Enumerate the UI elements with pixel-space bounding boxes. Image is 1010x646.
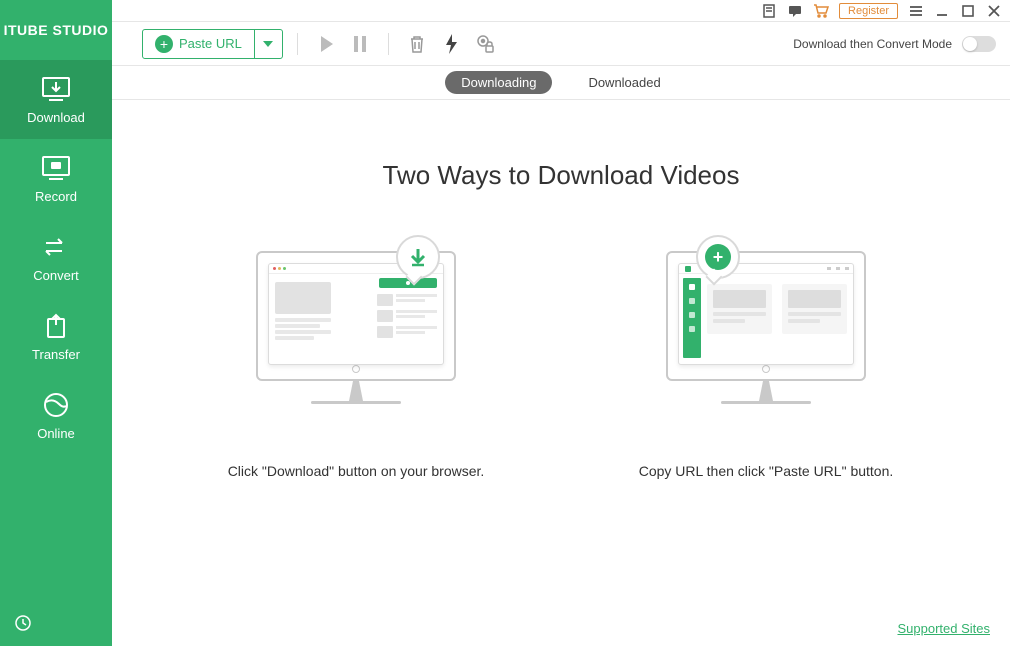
trash-icon[interactable] [403, 30, 431, 58]
sidebar-item-download[interactable]: Download [0, 60, 112, 139]
tabs: Downloading Downloaded [112, 66, 1010, 100]
sidebar-item-label: Download [27, 110, 85, 125]
paste-url-group: + Paste URL [142, 29, 283, 59]
settings-lock-icon[interactable] [471, 30, 499, 58]
method-browser-illustration [246, 241, 466, 431]
sidebar-item-online[interactable]: Online [0, 376, 112, 455]
method-paste-caption: Copy URL then click "Paste URL" button. [639, 461, 894, 482]
sidebar-item-label: Convert [33, 268, 79, 283]
method-browser: Click "Download" button on your browser. [226, 241, 486, 482]
feedback-icon[interactable] [787, 3, 803, 19]
turbo-icon[interactable] [437, 30, 465, 58]
record-icon [40, 155, 72, 181]
note-icon[interactable] [761, 3, 777, 19]
sidebar-item-label: Transfer [32, 347, 80, 362]
sidebar-item-record[interactable]: Record [0, 139, 112, 218]
window-titlebar: Register [112, 0, 1010, 22]
main: Register + Paste URL Download then Conve… [112, 0, 1010, 646]
maximize-icon[interactable] [960, 3, 976, 19]
minimize-icon[interactable] [934, 3, 950, 19]
register-button[interactable]: Register [839, 3, 898, 19]
tab-downloading[interactable]: Downloading [445, 71, 552, 94]
cart-icon[interactable] [813, 3, 829, 19]
plus-icon: + [155, 35, 173, 53]
method-paste-illustration: + [656, 241, 876, 431]
methods-row: Click "Download" button on your browser. [226, 241, 896, 482]
content: Two Ways to Download Videos [112, 100, 1010, 646]
sidebar-item-convert[interactable]: Convert [0, 218, 112, 297]
transfer-icon [40, 313, 72, 339]
download-arrow-icon [396, 235, 440, 279]
convert-icon [40, 234, 72, 260]
sidebar-item-label: Record [35, 189, 77, 204]
convert-mode-row: Download then Convert Mode [793, 36, 996, 52]
tab-downloaded[interactable]: Downloaded [572, 71, 676, 94]
download-icon [40, 76, 72, 102]
pause-icon[interactable] [346, 30, 374, 58]
convert-mode-label: Download then Convert Mode [793, 37, 952, 51]
scheduler-icon[interactable] [0, 600, 112, 646]
paste-url-button[interactable]: + Paste URL [143, 30, 254, 58]
sidebar-item-transfer[interactable]: Transfer [0, 297, 112, 376]
method-paste-url: + Copy URL then click "Paste URL" button… [636, 241, 896, 482]
app-logo: ITUBE STUDIO [0, 0, 112, 60]
close-icon[interactable] [986, 3, 1002, 19]
sidebar-item-label: Online [37, 426, 75, 441]
paste-url-label: Paste URL [179, 36, 242, 51]
content-title: Two Ways to Download Videos [383, 160, 740, 191]
supported-sites-link[interactable]: Supported Sites [897, 621, 990, 636]
sidebar: ITUBE STUDIO Download Record Convert Tra… [0, 0, 112, 646]
toolbar: + Paste URL Download then Convert Mode [112, 22, 1010, 66]
menu-icon[interactable] [908, 3, 924, 19]
method-browser-caption: Click "Download" button on your browser. [228, 461, 485, 482]
plus-circle-icon: + [696, 235, 740, 279]
play-icon[interactable] [312, 30, 340, 58]
convert-mode-toggle[interactable] [962, 36, 996, 52]
paste-url-dropdown[interactable] [254, 30, 282, 58]
online-icon [40, 392, 72, 418]
